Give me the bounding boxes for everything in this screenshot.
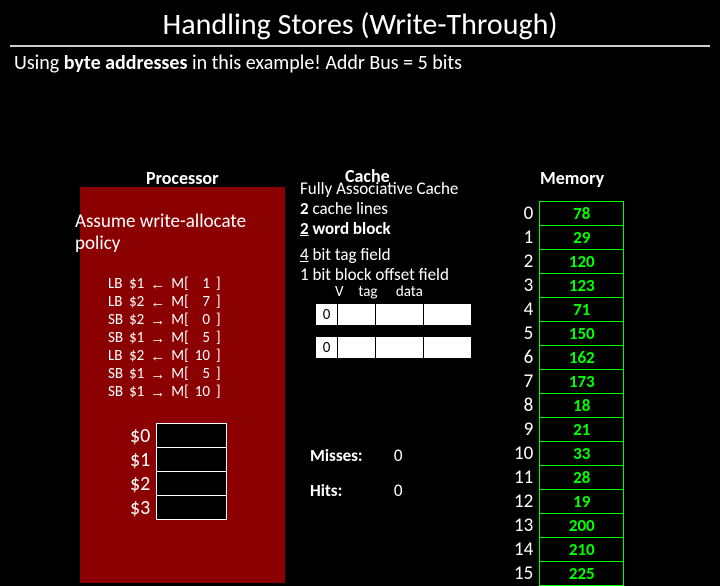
register-row: $1 [130, 448, 227, 472]
title-divider [10, 45, 710, 47]
register-row: $3 [130, 496, 227, 520]
instruction-row: SB$2→M[0] [105, 311, 224, 329]
hits-value: 0 [394, 480, 403, 501]
processor-heading: Processor [146, 167, 218, 189]
cache-col-v: V [335, 283, 355, 301]
instruction-list: LB$1←M[1]LB$2←M[7]SB$2→M[0]SB$1→M[5]LB$2… [105, 275, 224, 401]
instruction-row: LB$1←M[1] [105, 275, 224, 293]
memory-row: 15225 [514, 562, 624, 586]
hits-row: Hits: 0 [310, 480, 402, 501]
cache-col-tag: tag [358, 283, 392, 301]
memory-row: 2120 [514, 250, 624, 274]
cache-line: 0 [315, 303, 472, 326]
hits-label: Hits: [310, 480, 390, 501]
memory-table: 0781292120312347151506162717381892110331… [514, 201, 624, 586]
memory-row: 13200 [514, 514, 624, 538]
cache-description: Fully Associative Cache 2 cache lines 2 … [300, 179, 458, 285]
subtitle-post: in this example! Addr Bus = 5 bits [187, 51, 461, 75]
misses-value: 0 [394, 445, 403, 466]
cache-tagbits-label: bit tag field [309, 244, 391, 265]
memory-row: 5150 [514, 322, 624, 346]
subtitle: Using byte addresses in this example! Ad… [0, 51, 720, 75]
cache-lines-count: 2 [300, 198, 309, 219]
memory-row: 471 [514, 298, 624, 322]
instruction-row: SB$1→M[5] [105, 365, 224, 383]
memory-row: 818 [514, 394, 624, 418]
register-row: $0 [130, 424, 227, 448]
slide-title: Handling Stores (Write-Through) [0, 0, 720, 45]
main-area: Processor Cache Memory Assume write-allo… [0, 75, 720, 525]
misses-row: Misses: 0 [310, 445, 402, 466]
subtitle-pre: Using [14, 51, 64, 75]
cache-lines: 00 [315, 303, 472, 369]
memory-row: 078 [514, 202, 624, 226]
cache-tagbits: 4 [300, 244, 309, 265]
register-file: $0$1$2$3 [130, 423, 227, 520]
memory-row: 6162 [514, 346, 624, 370]
instruction-row: SB$1→M[5] [105, 329, 224, 347]
memory-row: 1219 [514, 490, 624, 514]
instruction-row: LB$2←M[10] [105, 347, 224, 365]
cache-table-header: V tag data [335, 283, 423, 301]
cache-desc-line2: 2 cache lines [300, 199, 458, 219]
assume-text: Assume write-allocate policy [75, 211, 246, 255]
memory-heading: Memory [540, 167, 604, 189]
cache-desc-line3: 2 word block [300, 219, 458, 239]
cache-desc-line4: 4 bit tag field [300, 245, 458, 265]
cache-line: 0 [315, 336, 472, 359]
instruction-row: LB$2←M[7] [105, 293, 224, 311]
subtitle-bold: byte addresses [64, 51, 188, 75]
memory-row: 129 [514, 226, 624, 250]
memory-row: 3123 [514, 274, 624, 298]
memory-row: 14210 [514, 538, 624, 562]
assume-line1: Assume write-allocate [75, 210, 246, 233]
assume-line2: policy [75, 232, 120, 255]
misses-label: Misses: [310, 445, 390, 466]
register-row: $2 [130, 472, 227, 496]
memory-row: 1033 [514, 442, 624, 466]
memory-row: 7173 [514, 370, 624, 394]
cache-desc-line5: 1 bit block offset field [300, 265, 458, 285]
memory-row: 921 [514, 418, 624, 442]
cache-wordblock-count: 2 [300, 218, 309, 239]
cache-wordblock-label: word block [309, 218, 391, 239]
memory-row: 1128 [514, 466, 624, 490]
stats: Misses: 0 Hits: 0 [310, 445, 402, 515]
cache-lines-label: cache lines [309, 198, 388, 219]
instruction-row: SB$1→M[10] [105, 383, 224, 401]
cache-desc-line1: Fully Associative Cache [300, 179, 458, 199]
cache-col-data: data [396, 283, 423, 301]
